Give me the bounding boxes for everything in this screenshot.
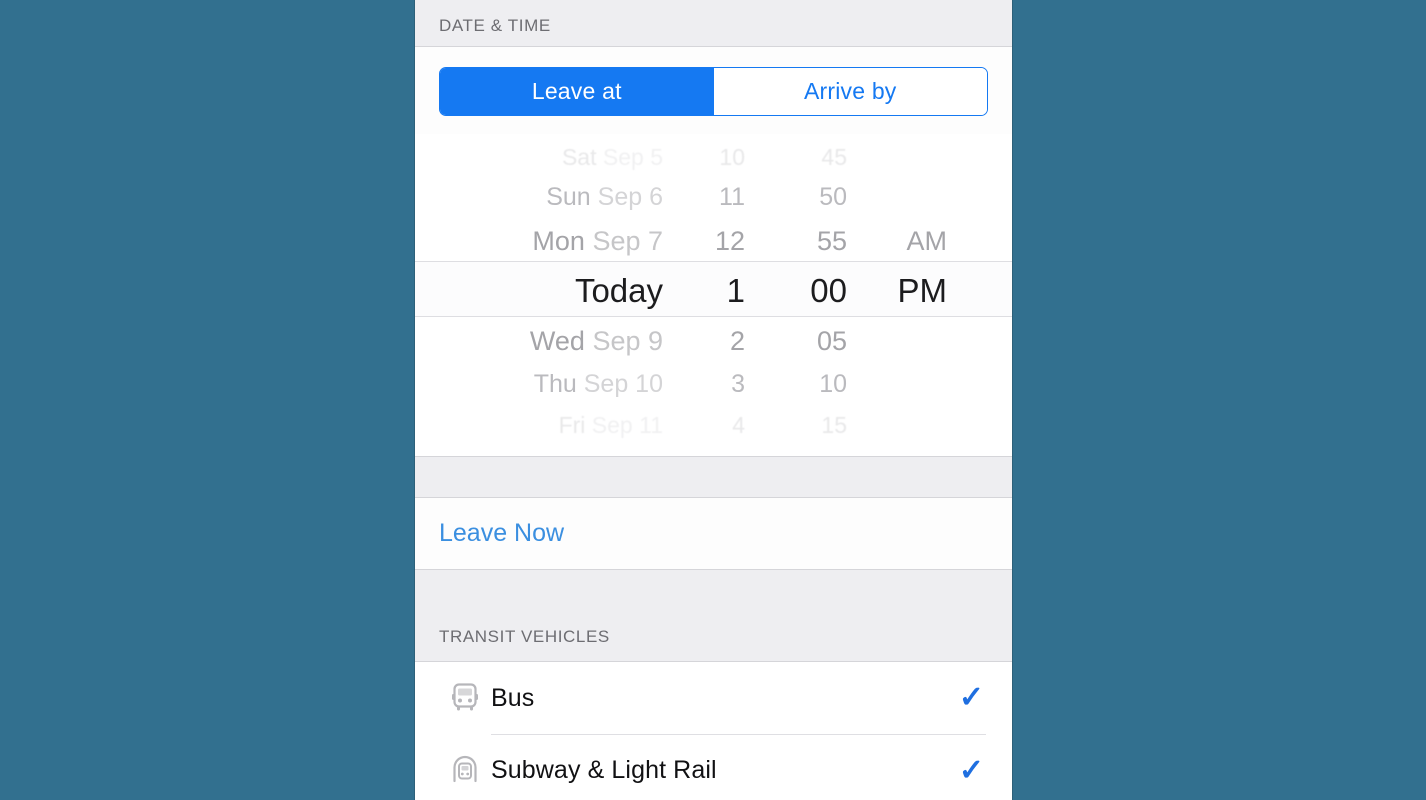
picker-cell-date[interactable]: Sun Sep 6 <box>415 183 663 212</box>
picker-date-day: Sep 9 <box>592 325 663 356</box>
leave-now-button[interactable]: Leave Now <box>415 498 1012 569</box>
picker-date-weekday: Mon <box>532 225 585 256</box>
transit-vehicle-row-subway[interactable]: Subway & Light Rail ✓ <box>415 734 1012 800</box>
picker-cell-hour[interactable]: 4 <box>663 412 745 439</box>
picker-row[interactable]: Mon Sep 7 12 55 AM <box>415 219 1012 263</box>
transit-vehicle-label-bus: Bus <box>491 683 535 712</box>
picker-date-day: Sep 6 <box>597 183 663 211</box>
leave-arrive-segmented-control[interactable]: Leave at Arrive by <box>439 67 988 116</box>
bus-icon <box>439 682 491 714</box>
picker-cell-date[interactable]: Thu Sep 10 <box>415 370 663 399</box>
picker-date-weekday: Thu <box>533 370 577 398</box>
picker-cell-meridiem-selected[interactable]: PM <box>847 272 948 310</box>
picker-date-day: Sep 11 <box>591 411 663 438</box>
date-time-picker[interactable]: Sat Sep 5 10 45 Sun Sep 6 11 50 Mon Sep … <box>415 134 1012 456</box>
picker-row[interactable]: Fri Sep 11 4 15 <box>415 406 1012 444</box>
section-header-transit-vehicles-label: TRANSIT VEHICLES <box>439 627 610 646</box>
picker-cell-hour[interactable]: 3 <box>663 370 745 399</box>
picker-cell-date[interactable]: Wed Sep 9 <box>415 326 663 357</box>
subway-row-content: Subway & Light Rail ✓ <box>491 734 986 800</box>
picker-date-weekday: Sat <box>561 143 597 170</box>
section-spacer <box>415 456 1012 498</box>
subway-icon <box>439 754 491 786</box>
picker-cell-date[interactable]: Sat Sep 5 <box>415 144 663 171</box>
picker-row[interactable]: Sun Sep 6 11 50 <box>415 176 1012 219</box>
picker-cell-minute[interactable]: 10 <box>745 370 847 399</box>
screen-backdrop: DATE & TIME Leave at Arrive by Sat Sep 5… <box>0 0 1426 800</box>
picker-cell-date-selected[interactable]: Today <box>415 272 663 310</box>
section-header-date-time-label: DATE & TIME <box>439 16 551 35</box>
segmented-control-wrap: Leave at Arrive by <box>415 47 1012 134</box>
leave-now-label: Leave Now <box>439 519 565 547</box>
picker-cell-minute[interactable]: 55 <box>745 226 847 257</box>
picker-date-day: Sep 10 <box>583 370 663 398</box>
picker-date-weekday: Sun <box>546 183 591 211</box>
settings-panel: DATE & TIME Leave at Arrive by Sat Sep 5… <box>414 0 1013 800</box>
section-header-date-time: DATE & TIME <box>415 0 1012 47</box>
picker-cell-hour[interactable]: 2 <box>663 326 745 357</box>
picker-date-day: Sep 5 <box>602 143 663 170</box>
segment-arrive-by[interactable]: Arrive by <box>713 68 987 115</box>
picker-cell-minute[interactable]: 15 <box>745 412 847 439</box>
transit-vehicle-row-bus[interactable]: Bus ✓ <box>415 662 1012 734</box>
picker-date-weekday: Fri <box>558 411 586 438</box>
picker-cell-date[interactable]: Fri Sep 11 <box>415 412 663 439</box>
picker-cell-minute[interactable]: 05 <box>745 326 847 357</box>
picker-row[interactable]: Sat Sep 5 10 45 <box>415 138 1012 176</box>
picker-row-selected[interactable]: Today 1 00 PM <box>415 263 1012 319</box>
picker-date-weekday: Wed <box>529 325 585 356</box>
picker-cell-hour[interactable]: 10 <box>663 144 745 171</box>
picker-cell-hour[interactable]: 12 <box>663 226 745 257</box>
picker-cell-minute-selected[interactable]: 00 <box>745 272 847 310</box>
segment-arrive-by-label: Arrive by <box>803 78 897 104</box>
section-header-transit-vehicles: TRANSIT VEHICLES <box>415 569 1012 662</box>
picker-row[interactable]: Thu Sep 10 3 10 <box>415 363 1012 406</box>
transit-vehicle-label-subway: Subway & Light Rail <box>491 756 717 784</box>
segment-leave-at-label: Leave at <box>531 78 622 104</box>
checkmark-icon-bus[interactable]: ✓ <box>959 683 986 713</box>
picker-cell-hour[interactable]: 11 <box>663 183 745 212</box>
picker-cell-minute[interactable]: 45 <box>745 144 847 171</box>
picker-cell-minute[interactable]: 50 <box>745 183 847 212</box>
picker-date-weekday: Today <box>574 272 663 309</box>
picker-cell-date[interactable]: Mon Sep 7 <box>415 226 663 257</box>
picker-date-day: Sep 7 <box>592 225 663 256</box>
picker-rows: Sat Sep 5 10 45 Sun Sep 6 11 50 Mon Sep … <box>415 138 1012 444</box>
bus-row-content: Bus ✓ <box>491 662 986 734</box>
checkmark-icon-subway[interactable]: ✓ <box>959 755 986 786</box>
segment-leave-at[interactable]: Leave at <box>440 68 714 115</box>
picker-cell-hour-selected[interactable]: 1 <box>663 272 745 310</box>
picker-row[interactable]: Wed Sep 9 2 05 <box>415 319 1012 363</box>
picker-cell-meridiem[interactable]: AM <box>847 226 948 257</box>
